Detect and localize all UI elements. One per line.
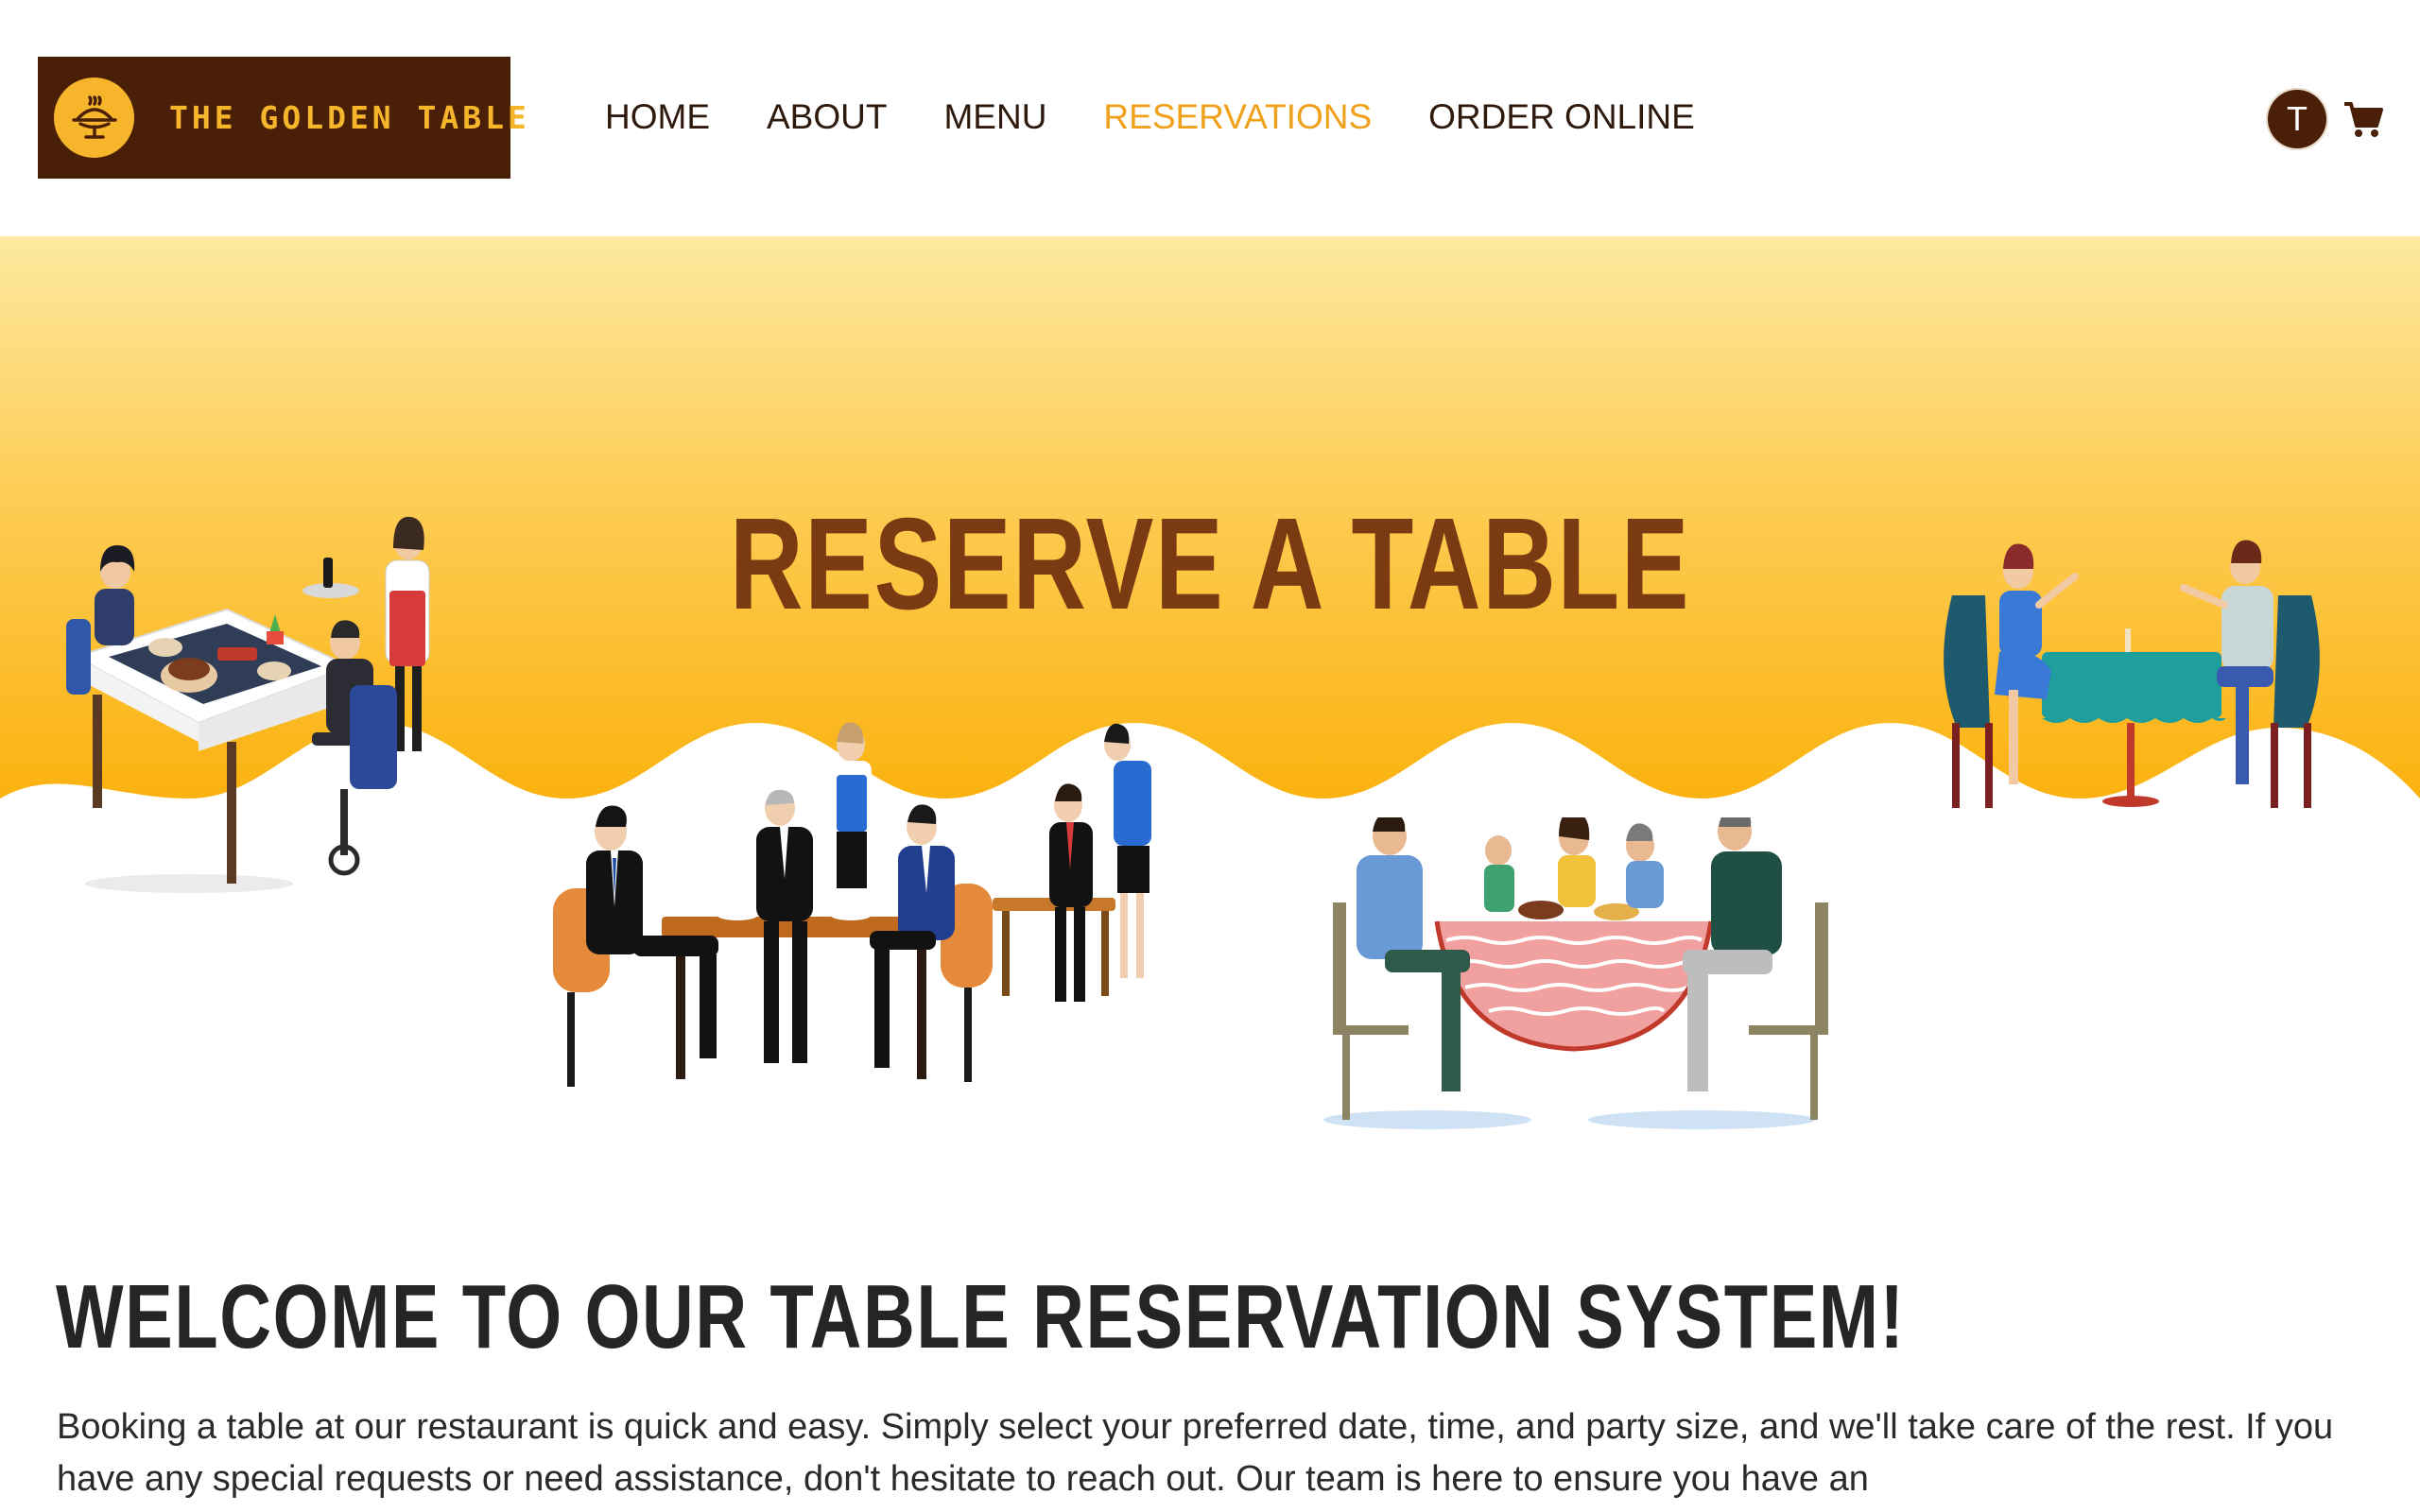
- nav-home[interactable]: HOME: [605, 91, 710, 144]
- user-avatar[interactable]: T: [2268, 90, 2326, 148]
- nav-menu[interactable]: MENU: [943, 91, 1046, 144]
- brand-logo[interactable]: THE GOLDEN TABLE: [38, 57, 527, 179]
- business-dinner-illustration: [553, 722, 1151, 1087]
- family-dinner-illustration: [1323, 817, 1828, 1129]
- welcome-heading: WELCOME TO OUR TABLE RESERVATION SYSTEM!: [56, 1266, 1906, 1367]
- hero-section: RESERVE A TABLE: [0, 236, 2420, 1134]
- nav-reservations[interactable]: RESERVATIONS: [1103, 91, 1372, 144]
- couple-dinner-illustration: [1944, 540, 2320, 808]
- main-nav: HOME ABOUT MENU RESERVATIONS ORDER ONLIN…: [605, 91, 1695, 144]
- nav-order-online[interactable]: ORDER ONLINE: [1428, 91, 1695, 144]
- hero-title: RESERVE A TABLE: [729, 491, 1691, 638]
- serving-dish-icon: [54, 77, 134, 158]
- brand-name: THE GOLDEN TABLE: [169, 99, 530, 136]
- site-header: THE GOLDEN TABLE HOME ABOUT MENU RESERVA…: [0, 0, 2420, 236]
- shopping-cart-icon[interactable]: [2342, 98, 2384, 140]
- intro-paragraph: Booking a table at our restaurant is qui…: [57, 1407, 2334, 1499]
- dining-waitress-illustration: [66, 516, 430, 893]
- nav-about[interactable]: ABOUT: [767, 91, 887, 144]
